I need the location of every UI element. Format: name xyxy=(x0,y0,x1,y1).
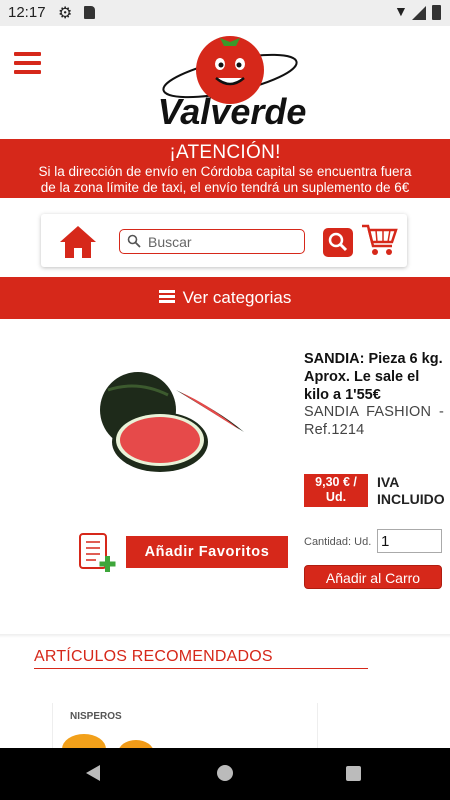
status-time: 12:17 xyxy=(8,4,46,21)
tax-label: IVA INCLUIDO xyxy=(377,474,445,507)
recommended-title: ARTÍCULOS RECOMENDADOS xyxy=(34,648,273,665)
attention-banner: ¡ATENCIÓN! Si la dirección de envío en C… xyxy=(0,139,450,198)
add-favorites-button[interactable]: Añadir Favoritos xyxy=(126,536,288,568)
settings-icon: ⚙ xyxy=(58,5,73,22)
banner-line-2: de la zona límite de taxi, el envío tend… xyxy=(40,180,410,195)
wifi-icon: ▼ xyxy=(394,3,408,19)
banner-line-1: Si la dirección de envío en Córdoba capi… xyxy=(38,164,412,179)
back-icon[interactable] xyxy=(86,765,100,781)
quantity-input[interactable] xyxy=(377,529,442,553)
section-divider xyxy=(0,634,450,638)
home-icon[interactable] xyxy=(58,224,98,260)
search-input[interactable] xyxy=(119,229,305,254)
search-icon xyxy=(127,234,141,248)
product-name: SANDIA: Pieza 6 kg. Aprox. Le sale el ki… xyxy=(304,351,443,403)
valverde-logo: Valverde xyxy=(158,36,307,132)
favorites-list-icon[interactable] xyxy=(78,532,120,574)
recommended-item-name[interactable]: NISPEROS xyxy=(70,711,122,722)
home-circle-icon[interactable] xyxy=(217,765,233,781)
quantity-label: Cantidad: Ud. xyxy=(304,536,372,548)
signal-icon xyxy=(412,6,426,20)
recent-apps-icon[interactable] xyxy=(346,766,361,781)
sd-card-icon xyxy=(84,6,95,19)
view-categories-button[interactable]: Ver categorias xyxy=(0,277,450,319)
product-reference: SANDIA FASHION - Ref.1214 xyxy=(304,404,444,438)
recommended-underline xyxy=(34,668,368,669)
status-bar: 12:17 ⚙ ▼ xyxy=(0,0,450,26)
banner-title: ¡ATENCIÓN! xyxy=(169,142,281,163)
menu-icon[interactable] xyxy=(14,52,41,74)
product-image xyxy=(100,372,244,472)
add-to-cart-button[interactable]: Añadir al Carro xyxy=(304,565,442,589)
battery-icon xyxy=(432,5,441,20)
list-icon xyxy=(158,290,175,304)
magnifier-icon xyxy=(328,232,348,252)
price-badge: 9,30 € / Ud. xyxy=(304,474,368,507)
search-button[interactable] xyxy=(323,228,353,257)
logo-text: Valverde xyxy=(158,91,307,132)
cart-icon[interactable] xyxy=(360,222,398,258)
categories-label: Ver categorias xyxy=(182,288,292,307)
